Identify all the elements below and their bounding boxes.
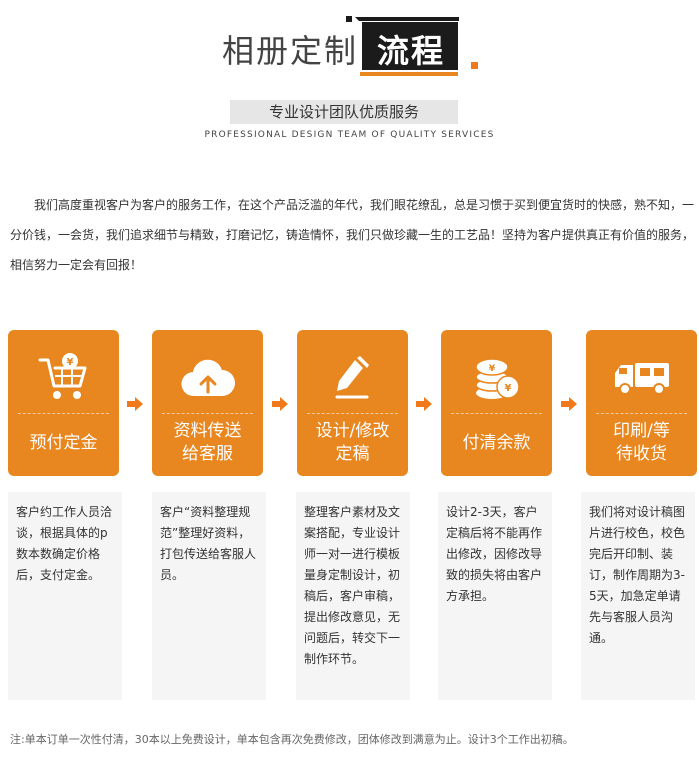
step-divider [307,413,398,414]
subtitle-en: PROFESSIONAL DESIGN TEAM OF QUALITY SERV… [204,130,495,140]
decor-dot-orange [471,62,478,69]
truck-icon [586,350,697,406]
cloud-upload-icon [152,350,263,406]
step-divider [162,413,253,414]
arrow-right-icon [561,397,577,411]
step-label: 资料传送 给客服 [173,421,242,464]
subtitle: 专业设计团队优质服务 [230,100,458,124]
coins-icon: ¥ ¥ [441,350,552,406]
step-description-print: 我们将对设计稿图片进行校色，校色完后开印制、装订，制作周期为3-5天，加急定单请… [581,492,695,700]
footnote: 注:单本订单一次性付清，30本以上免费设计，单本包含再次免费修改，团体修改到满意… [10,733,574,746]
step-description-deposit: 客户约工作人员洽谈，根据具体的p数本数确定价格后，支付定金。 [8,492,122,700]
step-divider [18,413,109,414]
arrow-right-icon [127,397,143,411]
header: 相册定制 流程 [0,0,699,90]
step-balance: ¥ ¥ 付清余款 [441,330,552,476]
title-underline [360,72,458,76]
step-upload: 资料传送 给客服 [152,330,263,476]
step-deposit: ¥ 预付定金 [8,330,119,476]
svg-text:¥: ¥ [488,364,495,374]
step-description-design: 整理客户素材及文案搭配，专业设计师一对一进行模板量身定制设计，初稿后，客户审稿，… [296,492,410,700]
step-design: 设计/修改 定稿 [297,330,408,476]
step-print: 印刷/等 待收货 [586,330,697,476]
page-title-light: 相册定制 [222,32,359,70]
step-label: 付清余款 [462,432,531,453]
step-description-upload: 客户“资料整理规范”整理好资料，打包传送给客服人员。 [152,492,266,700]
process-steps: ¥ 预付定金 资料传送 给客服 设计/修改 定稿 ¥ ¥ 付清余款 印刷/等 待… [0,330,699,476]
step-description-balance: 设计2-3天，客户定稿后将不能再作出修改，因修改导致的损失将由客户方承担。 [438,492,552,700]
page-title-dark: 流程 [376,32,445,70]
decor-dot-top [346,16,352,22]
arrow-right-icon [416,397,432,411]
svg-text:¥: ¥ [504,383,511,394]
arrow-right-icon [272,397,288,411]
step-label: 印刷/等 待收货 [613,421,670,464]
cart-yen-icon: ¥ [8,350,119,406]
svg-text:¥: ¥ [66,357,73,368]
step-divider [596,413,687,414]
step-divider [451,413,542,414]
pen-icon [297,350,408,406]
intro-paragraph: 我们高度重视客户为客户的服务工作，在这个产品泛滥的年代，我们眼花缭乱，总是习惯于… [10,198,695,272]
step-label: 预付定金 [29,432,98,453]
step-label: 设计/修改 定稿 [315,421,390,464]
